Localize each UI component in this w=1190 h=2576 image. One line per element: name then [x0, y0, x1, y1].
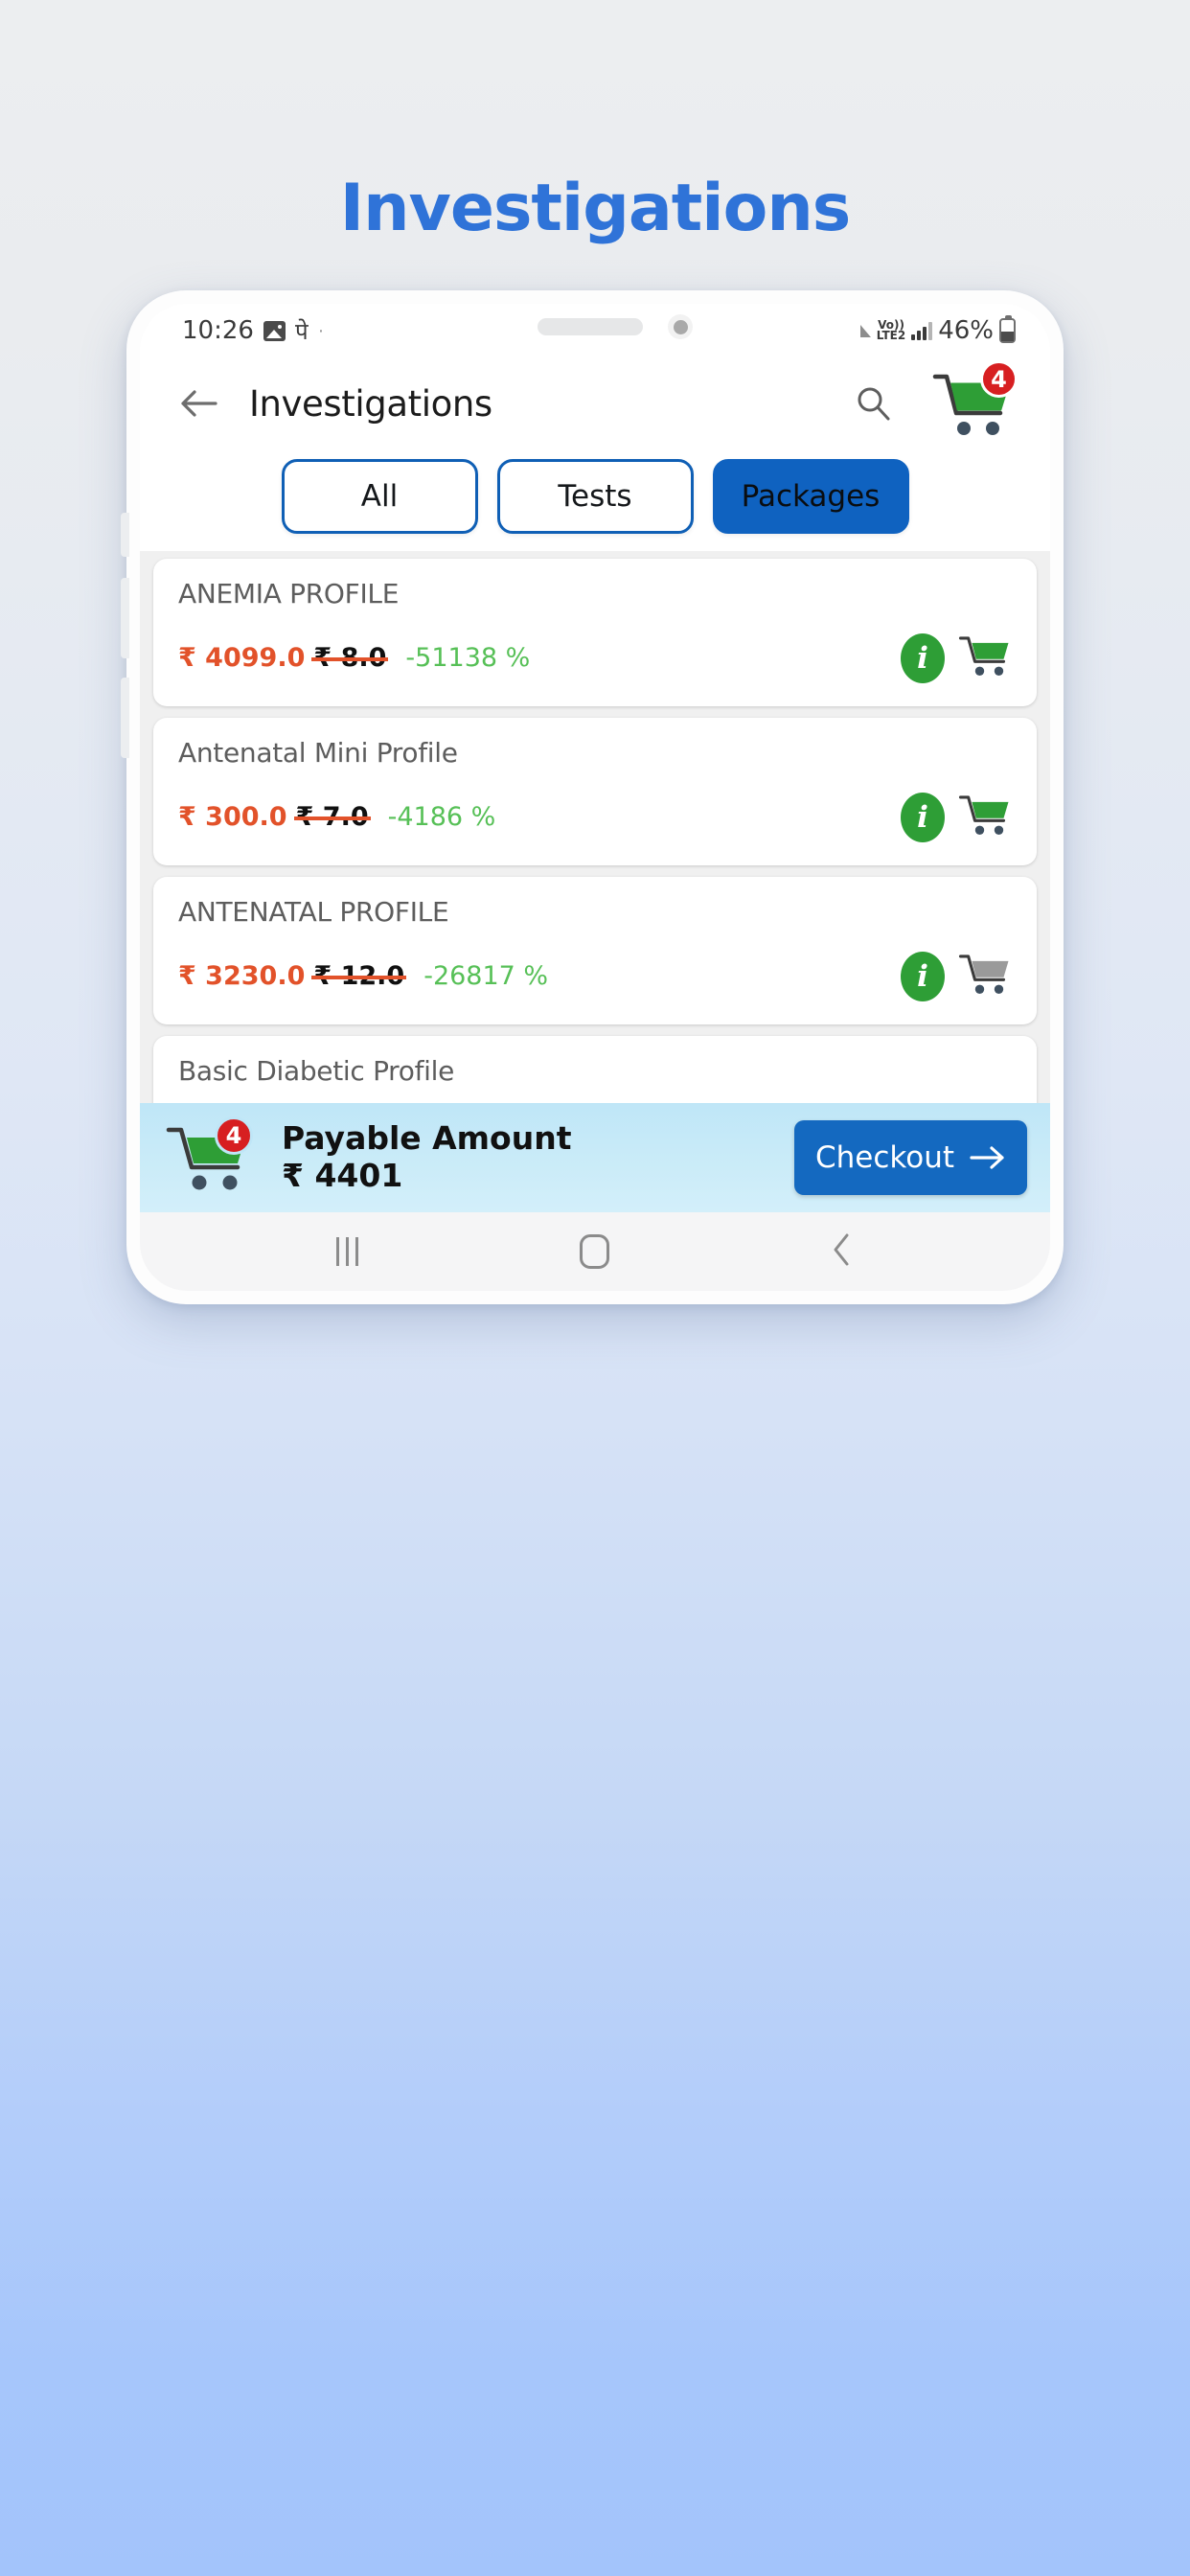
home-icon[interactable] [579, 1234, 609, 1269]
checkout-button[interactable]: Checkout [793, 1120, 1027, 1195]
investigation-details: ₹ 3230.0 ₹ 12.0 -26817 % i [178, 949, 1016, 1003]
payable-amount-value: ₹ 4401 [282, 1157, 403, 1194]
investigation-details: ₹ 4099.0 ₹ 8.0 -51138 % i [178, 631, 1016, 685]
phone-side-button-power [121, 678, 129, 758]
filter-tabs: All Tests Packages [140, 449, 1050, 551]
volte-icon: Vo)) LTE2 [876, 319, 906, 342]
payable-texts: Payable Amount ₹ 4401 [282, 1119, 572, 1195]
investigation-card[interactable]: Antenatal Mini Profile ₹ 300.0 ₹ 7.0 -41… [153, 718, 1037, 865]
original-price: ₹ 8.0 [311, 643, 389, 673]
add-to-cart-icon[interactable] [958, 790, 1016, 844]
signal-secondary-icon [859, 324, 871, 337]
investigation-name: Basic Diabetic Profile [178, 1055, 455, 1087]
phone-side-button-volume [121, 578, 129, 658]
page-title: Investigations [339, 171, 851, 246]
payable-bar: 4 Payable Amount ₹ 4401 Checkout [140, 1103, 1050, 1212]
info-icon[interactable]: i [901, 632, 945, 683]
status-bar-clock: 10:26 [182, 316, 254, 345]
volte-line-2: LTE2 [876, 329, 906, 342]
discount-percent: -51138 % [405, 643, 531, 673]
investigations-list[interactable]: ANEMIA PROFILE ₹ 4099.0 ₹ 8.0 -51138 % i… [140, 551, 1050, 1103]
app-title: Investigations [249, 382, 492, 425]
investigation-details: ₹ 300.0 ₹ 7.0 -4186 % i [178, 790, 1016, 844]
app-header: Investigations 4 [140, 357, 1050, 449]
checkout-label: Checkout [814, 1140, 954, 1175]
original-price: ₹ 7.0 [293, 802, 371, 832]
payable-cart-count-badge: 4 [215, 1116, 253, 1155]
investigation-name: ANEMIA PROFILE [178, 578, 400, 610]
current-price: ₹ 3230.0 [178, 961, 306, 991]
current-price: ₹ 300.0 [178, 802, 287, 832]
card-actions: i [901, 631, 1016, 685]
investigation-name: Antenatal Mini Profile [178, 737, 458, 769]
add-to-cart-icon[interactable] [958, 631, 1016, 685]
arrow-right-icon [970, 1146, 1004, 1169]
tab-all[interactable]: All [281, 459, 478, 534]
discount-percent: -26817 % [423, 961, 549, 991]
battery-icon [999, 315, 1016, 343]
info-icon[interactable]: i [901, 951, 945, 1001]
card-actions: i [901, 949, 1016, 1003]
investigation-card[interactable]: Basic Diabetic Profile ₹ 1599.0 ₹ 7.0 -2… [153, 1036, 1037, 1103]
image-icon [263, 320, 286, 341]
status-bar: 10:26 पे · Vo)) LTE2 46% [140, 304, 1050, 357]
phone-mockup: 10:26 पे · Vo)) LTE2 46% Investigations … [121, 290, 1064, 1304]
search-icon[interactable] [847, 378, 899, 429]
payable-cart-icon[interactable]: 4 [165, 1116, 257, 1193]
hindi-app-label: पे [294, 317, 309, 345]
tab-packages[interactable]: Packages [712, 459, 909, 534]
phone-screen: 10:26 पे · Vo)) LTE2 46% Investigations … [140, 304, 1050, 1291]
android-nav-bar [140, 1212, 1050, 1291]
phone-side-button-mute [121, 513, 129, 557]
tab-tests[interactable]: Tests [496, 459, 694, 534]
investigation-name: ANTENATAL PROFILE [178, 896, 449, 928]
earpiece-speaker [538, 318, 643, 335]
status-dot-icon: · [317, 319, 325, 341]
add-to-cart-icon[interactable] [958, 949, 1016, 1003]
discount-percent: -4186 % [387, 802, 496, 832]
payable-amount-label: Payable Amount [282, 1119, 572, 1158]
back-icon[interactable] [831, 1232, 854, 1272]
front-camera [668, 314, 693, 339]
status-bar-left: 10:26 पे · [182, 315, 324, 347]
current-price: ₹ 4099.0 [178, 643, 306, 673]
card-actions: i [901, 790, 1016, 844]
battery-percent-label: 46% [938, 316, 994, 345]
original-price: ₹ 12.0 [311, 961, 407, 991]
back-arrow-icon[interactable] [172, 378, 224, 429]
investigation-card[interactable]: ANEMIA PROFILE ₹ 4099.0 ₹ 8.0 -51138 % i [153, 559, 1037, 706]
cart-count-badge: 4 [980, 360, 1018, 398]
recents-icon[interactable] [336, 1237, 359, 1266]
investigation-card[interactable]: ANTENATAL PROFILE ₹ 3230.0 ₹ 12.0 -26817… [153, 877, 1037, 1024]
status-bar-right: Vo)) LTE2 46% [859, 315, 1016, 345]
header-cart-button[interactable]: 4 [931, 360, 1018, 438]
info-icon[interactable]: i [901, 792, 945, 842]
signal-bars-icon [911, 321, 933, 340]
